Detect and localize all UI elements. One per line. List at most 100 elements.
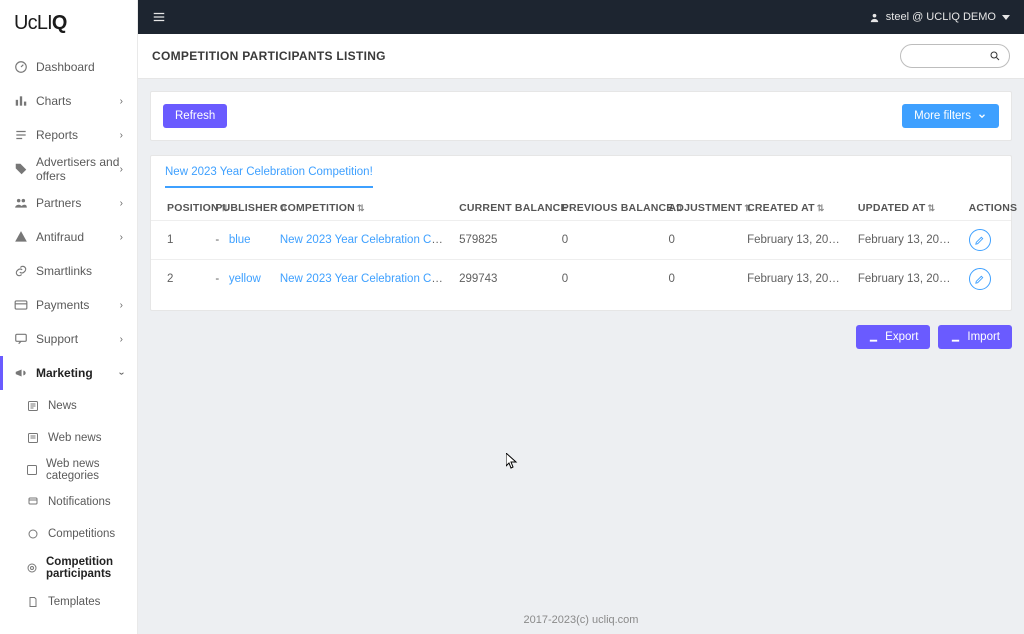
refresh-button[interactable]: Refresh bbox=[163, 104, 227, 128]
sidebar-item-reports[interactable]: Reports › bbox=[0, 118, 137, 152]
link-icon bbox=[14, 264, 28, 278]
sidebar: UcLIQ Dashboard Charts › Reports › Adver… bbox=[0, 0, 138, 634]
export-button[interactable]: Export bbox=[856, 325, 930, 349]
th-created-at[interactable]: CREATED AT⇅ bbox=[739, 196, 850, 221]
button-label: Import bbox=[967, 331, 1000, 343]
search-wrap bbox=[900, 44, 1010, 68]
cell-current-balance: 579825 bbox=[451, 221, 554, 260]
button-label: Refresh bbox=[175, 110, 215, 122]
cell-previous-balance: 0 bbox=[554, 221, 661, 260]
th-adjustment[interactable]: ADJUSTMENT⇅ bbox=[661, 196, 740, 221]
footer: 2017-2023(c) ucliq.com bbox=[138, 606, 1024, 634]
nav: Dashboard Charts › Reports › Advertisers… bbox=[0, 50, 137, 634]
search-input[interactable] bbox=[900, 44, 1010, 68]
trophy-icon bbox=[26, 561, 38, 575]
file-icon bbox=[26, 595, 40, 609]
sidebar-item-smartlinks[interactable]: Smartlinks bbox=[0, 254, 137, 288]
competition-link[interactable]: New 2023 Year Celebration Competition! bbox=[280, 234, 451, 246]
competition-link[interactable]: New 2023 Year Celebration Competition! bbox=[280, 273, 451, 285]
user-menu[interactable]: steel @ UCLIQ DEMO bbox=[869, 11, 1010, 23]
tabbar: New 2023 Year Celebration Competition! bbox=[150, 155, 1012, 188]
sidebar-item-partners[interactable]: Partners › bbox=[0, 186, 137, 220]
sidebar-item-support[interactable]: Support › bbox=[0, 322, 137, 356]
users-icon bbox=[14, 196, 28, 210]
th-updated-at[interactable]: UPDATED AT⇅ bbox=[850, 196, 961, 221]
chevron-right-icon: › bbox=[120, 164, 123, 175]
sidebar-sub-competition-participants[interactable]: Competition participants bbox=[12, 550, 137, 586]
sidebar-sub-templates[interactable]: Templates bbox=[12, 586, 137, 618]
table-row: 2- yellow New 2023 Year Celebration Compe… bbox=[151, 260, 1011, 299]
menu-toggle-icon[interactable] bbox=[152, 10, 166, 24]
sidebar-item-label: Dashboard bbox=[36, 60, 95, 74]
table: POSITION⇅ PUBLISHER⇅ COMPETITION⇅ CURREN… bbox=[150, 188, 1012, 311]
sidebar-sub-notifications[interactable]: Notifications bbox=[12, 486, 137, 518]
button-label: Export bbox=[885, 331, 918, 343]
sidebar-item-payments[interactable]: Payments › bbox=[0, 288, 137, 322]
button-label: More filters bbox=[914, 110, 971, 122]
svg-text:UcLIQ: UcLIQ bbox=[14, 12, 67, 34]
search-icon bbox=[989, 50, 1001, 62]
sidebar-item-dashboard[interactable]: Dashboard bbox=[0, 50, 137, 84]
cell-adjustment: 0 bbox=[661, 260, 740, 299]
megaphone-icon bbox=[14, 366, 28, 380]
trophy-icon bbox=[26, 527, 40, 541]
user-text: steel @ UCLIQ DEMO bbox=[886, 11, 996, 23]
cell-created-at: February 13, 2023 13:00 bbox=[739, 260, 850, 299]
sidebar-item-advertisers[interactable]: Advertisers and offers › bbox=[0, 152, 137, 186]
tab-competition[interactable]: New 2023 Year Celebration Competition! bbox=[165, 162, 373, 188]
credit-card-icon bbox=[14, 298, 28, 312]
edit-button[interactable] bbox=[969, 229, 991, 251]
cell-created-at: February 13, 2023 13:00 bbox=[739, 221, 850, 260]
more-filters-button[interactable]: More filters bbox=[902, 104, 999, 128]
export-row: Export Import bbox=[150, 325, 1012, 349]
cell-publisher: - yellow bbox=[207, 260, 271, 299]
sidebar-sub-competitions[interactable]: Competitions bbox=[12, 518, 137, 550]
sidebar-sub-webnews[interactable]: Web news bbox=[12, 422, 137, 454]
cell-actions bbox=[961, 221, 1011, 260]
topbar: steel @ UCLIQ DEMO bbox=[138, 0, 1024, 34]
th-publisher[interactable]: PUBLISHER⇅ bbox=[207, 196, 271, 221]
newspaper-icon bbox=[26, 399, 40, 413]
publisher-link[interactable]: blue bbox=[229, 234, 251, 246]
sidebar-item-label: Competitions bbox=[48, 528, 115, 540]
list-icon bbox=[14, 128, 28, 142]
sidebar-item-antifraud[interactable]: Antifraud › bbox=[0, 220, 137, 254]
import-button[interactable]: Import bbox=[938, 325, 1012, 349]
chevron-right-icon: › bbox=[120, 130, 123, 141]
chevron-right-icon: › bbox=[120, 232, 123, 243]
sidebar-item-label: Support bbox=[36, 332, 78, 346]
sidebar-item-label: Smartlinks bbox=[36, 264, 92, 278]
cell-updated-at: February 13, 2023 13:00 bbox=[850, 260, 961, 299]
sidebar-item-label: Competition participants bbox=[46, 556, 123, 580]
chevron-down-icon bbox=[977, 111, 987, 121]
chevron-right-icon: › bbox=[120, 334, 123, 345]
sidebar-sub-webnews-categories[interactable]: Web news categories bbox=[12, 454, 137, 486]
cell-adjustment: 0 bbox=[661, 221, 740, 260]
page-title: COMPETITION PARTICIPANTS LISTING bbox=[152, 49, 386, 63]
th-competition[interactable]: COMPETITION⇅ bbox=[272, 196, 451, 221]
sidebar-item-charts[interactable]: Charts › bbox=[0, 84, 137, 118]
th-current-balance[interactable]: CURRENT BALANCE bbox=[451, 196, 554, 221]
th-previous-balance[interactable]: PREVIOUS BALANCE⇅ bbox=[554, 196, 661, 221]
tab-label: New 2023 Year Celebration Competition! bbox=[165, 166, 373, 178]
warning-icon bbox=[14, 230, 28, 244]
sidebar-item-label: Web news categories bbox=[46, 458, 123, 482]
cell-position: 2 bbox=[151, 260, 207, 299]
chevron-right-icon: › bbox=[120, 198, 123, 209]
edit-button[interactable] bbox=[969, 268, 991, 290]
sidebar-item-label: Partners bbox=[36, 196, 81, 210]
cell-actions bbox=[961, 260, 1011, 299]
sort-icon: ⇅ bbox=[928, 203, 936, 213]
bar-chart-icon bbox=[14, 94, 28, 108]
cursor-icon bbox=[506, 453, 518, 469]
chevron-right-icon: › bbox=[120, 96, 123, 107]
sidebar-item-label: Payments bbox=[36, 298, 89, 312]
brand-logo: UcLIQ bbox=[0, 0, 137, 50]
publisher-link[interactable]: yellow bbox=[229, 273, 261, 285]
sidebar-submenu: News Web news Web news categories Notifi… bbox=[0, 390, 137, 618]
newspaper-icon bbox=[26, 463, 38, 477]
sidebar-sub-news[interactable]: News bbox=[12, 390, 137, 422]
th-position[interactable]: POSITION⇅ bbox=[151, 196, 207, 221]
sidebar-item-marketing[interactable]: Marketing › bbox=[0, 356, 137, 390]
sort-icon: ⇅ bbox=[817, 203, 825, 213]
